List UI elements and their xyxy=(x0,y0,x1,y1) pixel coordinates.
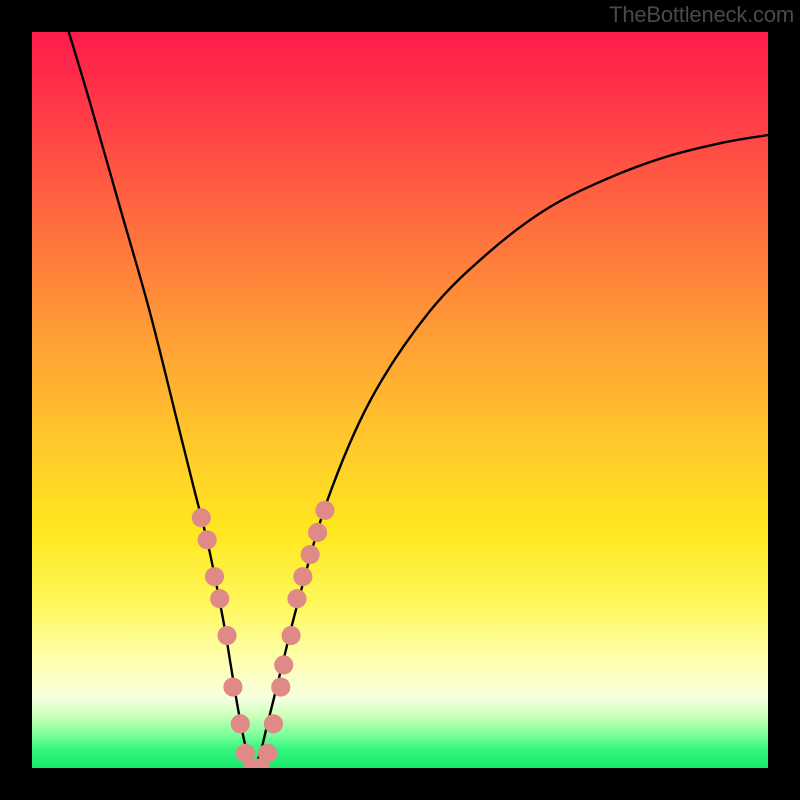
highlight-dot xyxy=(282,626,301,645)
highlight-dot xyxy=(192,508,211,527)
watermark-text: TheBottleneck.com xyxy=(609,2,794,28)
highlight-dot xyxy=(274,655,293,674)
highlight-dot xyxy=(293,567,312,586)
bottleneck-curve xyxy=(69,32,768,768)
highlight-dot xyxy=(217,626,236,645)
highlight-dot xyxy=(287,589,306,608)
highlight-dot xyxy=(210,589,229,608)
plot-area xyxy=(32,32,768,768)
highlight-dot xyxy=(205,567,224,586)
highlight-dot xyxy=(301,545,320,564)
highlight-dot xyxy=(315,501,334,520)
highlight-dot xyxy=(223,677,242,696)
highlight-dot xyxy=(258,744,277,763)
highlight-dot xyxy=(264,714,283,733)
highlight-dot xyxy=(231,714,250,733)
highlight-dot xyxy=(308,523,327,542)
highlight-dot xyxy=(271,677,290,696)
highlight-dot xyxy=(198,530,217,549)
curve-layer xyxy=(32,32,768,768)
highlight-markers xyxy=(192,501,335,768)
chart-stage: TheBottleneck.com xyxy=(0,0,800,800)
